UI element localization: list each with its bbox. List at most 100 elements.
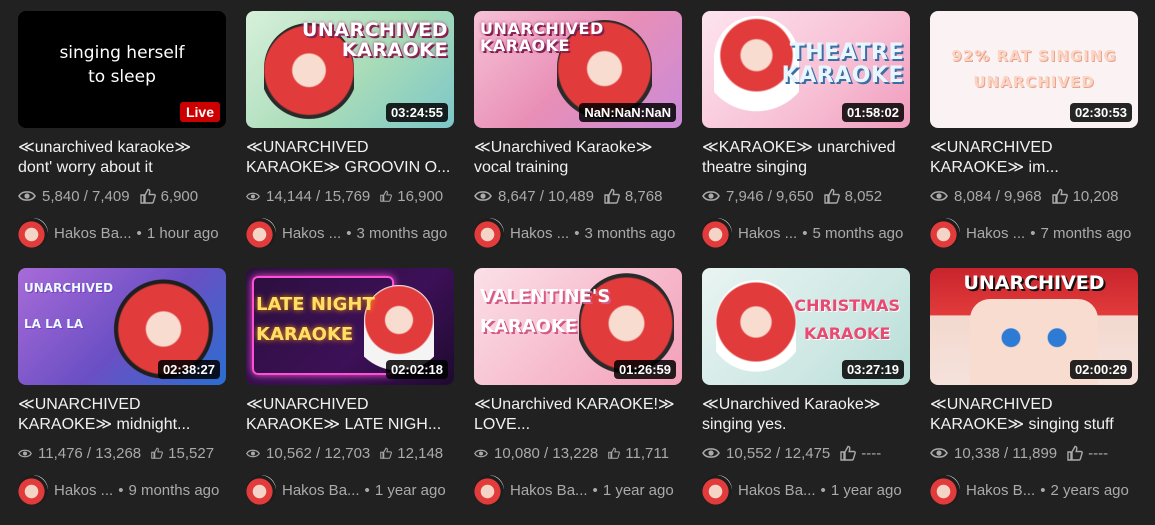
avatar[interactable] — [18, 475, 48, 505]
thumbnail-caption: CHRISTMAS KARAOKE — [794, 296, 900, 343]
video-card[interactable]: UNARCHIVED KARAOKE NaN:NaN:NaN ≪Unarchiv… — [474, 11, 682, 257]
video-card[interactable]: UNARCHIVED LA LA LA 02:38:27 ≪UNARCHIVED… — [18, 268, 226, 514]
video-card[interactable]: singing herself to sleep Live ≪unarchive… — [18, 11, 226, 257]
avatar[interactable] — [930, 218, 960, 248]
channel-row: Hakos ... • 9 months ago — [18, 475, 226, 505]
video-stats: 10,552 / 12,475 ---- — [702, 444, 910, 462]
thumbnail-caption: UNARCHIVED KARAOKE — [480, 19, 604, 55]
video-card[interactable]: UNARCHIVED 02:00:29 ≪UNARCHIVED KARAOKE≫… — [930, 268, 1138, 514]
thumbs-up-icon — [380, 190, 393, 202]
avatar[interactable] — [474, 218, 504, 248]
separator-dot: • — [136, 224, 142, 242]
thumbs-up-icon — [139, 188, 156, 204]
video-title[interactable]: ≪UNARCHIVED KARAOKE≫ singing stuff — [930, 395, 1138, 435]
video-title[interactable]: ≪UNARCHIVED KARAOKE≫ LATE NIGH... — [246, 395, 454, 435]
avatar[interactable] — [930, 475, 960, 505]
video-card[interactable]: VALENTINE'S KARAOKE 01:26:59 ≪Unarchived… — [474, 268, 682, 514]
eye-icon — [474, 191, 492, 201]
separator-dot: • — [820, 481, 826, 499]
video-stats: 5,840 / 7,409 6,900 — [18, 187, 226, 205]
video-card[interactable]: CHRISTMAS KARAOKE 03:27:19 ≪Unarchived K… — [702, 268, 910, 514]
avatar[interactable] — [474, 475, 504, 505]
thumbs-up-icon — [151, 447, 164, 459]
avatar[interactable] — [246, 218, 276, 248]
thumbnail-caption: VALENTINE'S KARAOKE — [480, 286, 611, 337]
video-thumbnail[interactable]: LATE NIGHT KARAOKE 02:02:18 — [246, 268, 454, 385]
channel-name[interactable]: Hakos Ba... — [738, 482, 816, 499]
channel-name[interactable]: Hakos Ba... — [510, 482, 588, 499]
duration-badge: 02:38:27 — [157, 360, 220, 379]
eye-icon — [474, 449, 488, 457]
eye-icon — [702, 448, 720, 458]
like-count: 12,148 — [397, 444, 444, 462]
separator-dot: • — [802, 224, 808, 242]
live-badge: Live — [179, 102, 220, 122]
channel-name[interactable]: Hakos ... — [510, 225, 569, 242]
video-thumbnail[interactable]: VALENTINE'S KARAOKE 01:26:59 — [474, 268, 682, 385]
like-count: ---- — [861, 444, 882, 462]
channel-name[interactable]: Hakos Ba... — [282, 482, 360, 499]
video-stats: 10,080 / 13,228 11,711 — [474, 445, 682, 462]
like-count: 15,527 — [168, 444, 215, 462]
avatar[interactable] — [702, 475, 732, 505]
upload-age: 9 months ago — [128, 481, 220, 499]
avatar[interactable] — [18, 218, 48, 248]
avatar[interactable] — [702, 218, 732, 248]
video-stats: 8,647 / 10,489 8,768 — [474, 187, 682, 205]
video-title[interactable]: ≪Unarchived KARAOKE!≫ LOVE... — [474, 395, 682, 435]
channel-row: Hakos ... • 7 months ago — [930, 218, 1138, 248]
like-count: 6,900 — [160, 187, 199, 205]
video-thumbnail[interactable]: UNARCHIVED KARAOKE NaN:NaN:NaN — [474, 11, 682, 128]
video-thumbnail[interactable]: UNARCHIVED 02:00:29 — [930, 268, 1138, 385]
video-thumbnail[interactable]: THEATRE KARAOKE 01:58:02 — [702, 11, 910, 128]
duration-badge: NaN:NaN:NaN — [579, 103, 676, 122]
video-title[interactable]: ≪unarchived karaoke≫ dont' worry about i… — [18, 138, 226, 178]
avatar[interactable] — [246, 475, 276, 505]
upload-age: 1 year ago — [602, 481, 674, 499]
thumbs-up-icon — [608, 447, 621, 459]
upload-age: 3 months ago — [584, 224, 676, 242]
video-card[interactable]: UNARCHIVED KARAOKE 03:24:55 ≪UNARCHIVED … — [246, 11, 454, 257]
video-title[interactable]: ≪Unarchived Karaoke≫ vocal training — [474, 138, 682, 178]
channel-row: Hakos Ba... • 1 year ago — [702, 475, 910, 505]
video-title[interactable]: ≪UNARCHIVED KARAOKE≫ GROOVIN O... — [246, 138, 454, 178]
video-card[interactable]: THEATRE KARAOKE 01:58:02 ≪KARAOKE≫ unarc… — [702, 11, 910, 257]
eye-icon — [930, 448, 948, 458]
video-title[interactable]: ≪Unarchived Karaoke≫ singing yes. — [702, 395, 910, 435]
channel-name[interactable]: Hakos ... — [738, 225, 797, 242]
like-count: 8,768 — [624, 187, 663, 205]
video-title[interactable]: ≪UNARCHIVED KARAOKE≫ midnight... — [18, 395, 226, 435]
video-title[interactable]: ≪KARAOKE≫ unarchived theatre singing — [702, 138, 910, 178]
video-stats: 8,084 / 9,968 10,208 — [930, 187, 1138, 205]
video-title[interactable]: ≪UNARCHIVED KARAOKE≫ im... — [930, 138, 1138, 178]
video-thumbnail[interactable]: UNARCHIVED KARAOKE 03:24:55 — [246, 11, 454, 128]
separator-dot: • — [592, 481, 598, 499]
video-thumbnail[interactable]: UNARCHIVED LA LA LA 02:38:27 — [18, 268, 226, 385]
channel-name[interactable]: Hakos B... — [966, 482, 1035, 499]
character-art — [716, 280, 796, 385]
view-count: 8,084 / 9,968 — [954, 187, 1042, 205]
thumbs-up-icon — [604, 188, 620, 204]
video-card[interactable]: LATE NIGHT KARAOKE 02:02:18 ≪UNARCHIVED … — [246, 268, 454, 514]
video-thumbnail[interactable]: CHRISTMAS KARAOKE 03:27:19 — [702, 268, 910, 385]
duration-badge: 01:58:02 — [841, 103, 904, 122]
upload-age: 2 years ago — [1050, 481, 1129, 499]
video-card[interactable]: 92% RAT SINGING UNARCHIVED 02:30:53 ≪UNA… — [930, 11, 1138, 257]
like-count: 10,208 — [1072, 187, 1119, 205]
video-thumbnail[interactable]: 92% RAT SINGING UNARCHIVED 02:30:53 — [930, 11, 1138, 128]
channel-name[interactable]: Hakos Ba... — [54, 225, 132, 242]
upload-age: 1 year ago — [374, 481, 446, 499]
channel-name[interactable]: Hakos ... — [966, 225, 1025, 242]
upload-age: 1 hour ago — [146, 224, 219, 242]
video-thumbnail[interactable]: singing herself to sleep Live — [18, 11, 226, 128]
thumbs-up-icon — [840, 445, 857, 461]
view-count: 10,338 / 11,899 — [954, 444, 1058, 462]
view-count: 8,647 / 10,489 — [498, 187, 594, 205]
eye-icon — [246, 449, 260, 457]
channel-name[interactable]: Hakos ... — [54, 482, 113, 499]
separator-dot: • — [1040, 481, 1046, 499]
eye-icon — [246, 192, 260, 200]
eye-icon — [18, 191, 36, 201]
thumbnail-caption: UNARCHIVED LA LA LA — [24, 281, 114, 331]
channel-name[interactable]: Hakos ... — [282, 225, 341, 242]
